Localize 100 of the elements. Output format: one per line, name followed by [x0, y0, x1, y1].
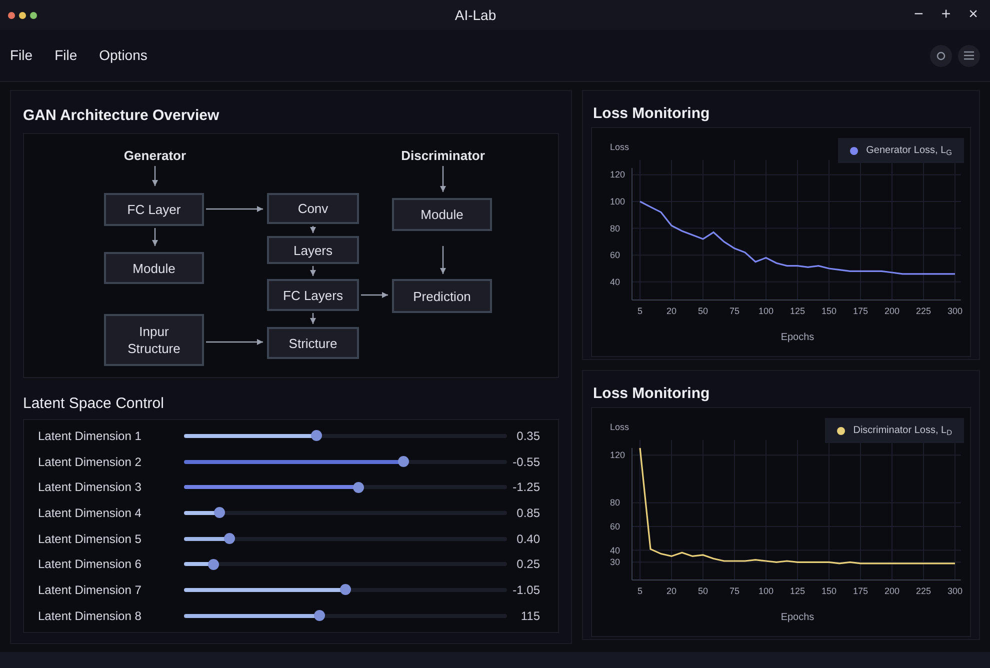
x-axis-label: Epochs	[780, 332, 814, 343]
diagram-heading: Discriminator	[401, 147, 485, 165]
diagram-node: Module	[392, 198, 492, 231]
arrow	[310, 226, 316, 233]
section-title: Latent Space Control	[23, 394, 165, 413]
slider-thumb[interactable]	[208, 558, 219, 570]
x-tick-label: 300	[947, 586, 963, 596]
arrow	[361, 292, 388, 298]
y-tick-label: 40	[610, 276, 620, 287]
slider-value: -1.05	[512, 582, 540, 599]
x-tick-label: 100	[758, 306, 774, 316]
window-title: AI-Lab	[454, 6, 496, 24]
diagram-heading: Generator	[124, 147, 186, 165]
slider-label: Latent Dimension 4	[38, 504, 142, 522]
x-tick-label: 200	[884, 306, 900, 316]
x-tick-label: 225	[916, 586, 932, 596]
arrow	[310, 313, 316, 324]
y-tick-label: 40	[610, 545, 620, 556]
slider-label: Latent Dimension 6	[38, 556, 142, 574]
slider-track[interactable]	[184, 434, 507, 438]
arrow	[310, 266, 316, 276]
y-tick-label: 30	[610, 557, 620, 568]
menu-item[interactable]: Options	[99, 45, 148, 66]
diagram-node: Layers	[267, 236, 359, 264]
x-axis-label: Epochs	[780, 612, 814, 623]
x-tick-label: 75	[730, 306, 740, 316]
slider-label: Latent Dimension 7	[38, 582, 142, 599]
slider-thumb[interactable]	[352, 482, 364, 493]
slider-track[interactable]	[184, 510, 507, 515]
x-tick-label: 300	[947, 306, 963, 316]
menu-button[interactable]	[958, 44, 980, 66]
slider-thumb[interactable]	[340, 584, 351, 596]
x-tick-label: 50	[698, 586, 708, 596]
slider-label: Latent Dimension 2	[38, 454, 142, 471]
x-tick-label: 50	[698, 306, 708, 316]
x-tick-label: 5	[638, 306, 642, 316]
y-tick-label: 60	[610, 521, 620, 532]
menu-item[interactable]: File	[54, 45, 78, 66]
diagram-node: Conv	[267, 193, 359, 224]
diagram-node: FC Layer	[104, 193, 204, 226]
x-tick-label: 125	[790, 586, 806, 596]
legend-label: Discriminator Loss, L$_{D}$	[853, 424, 952, 438]
x-tick-label: 125	[790, 306, 806, 316]
slider-value: 0.85	[516, 504, 540, 522]
slider-label: Latent Dimension 5	[38, 530, 142, 548]
slider-label: Latent Dimension 1	[38, 428, 142, 445]
arrow	[152, 228, 158, 246]
y-tick-label: 80	[610, 223, 620, 234]
x-tick-label: 150	[821, 586, 837, 596]
slider-value: 0.40	[516, 530, 540, 548]
slider-thumb[interactable]	[214, 507, 226, 518]
y-tick-label: 120	[610, 170, 626, 180]
window-control[interactable]: +	[941, 7, 951, 23]
y-tick-label: 60	[610, 250, 620, 260]
menu-item[interactable]: File	[10, 45, 33, 66]
slider-thumb[interactable]	[224, 533, 235, 544]
x-tick-label: 225	[916, 306, 932, 316]
x-tick-label: 5	[638, 586, 642, 596]
legend-label: Generator Loss, L$_{G}$	[866, 144, 952, 158]
section-title: Loss Monitoring	[593, 384, 711, 404]
slider-value: 115	[520, 608, 540, 625]
settings-button[interactable]	[930, 44, 952, 66]
section-title: GAN Architecture Overview	[23, 106, 220, 126]
arrow	[206, 339, 263, 345]
x-tick-label: 175	[852, 586, 868, 596]
section-title: Loss Monitoring	[593, 104, 711, 124]
x-tick-label: 150	[821, 306, 837, 316]
slider-thumb[interactable]	[310, 430, 322, 442]
slider-track[interactable]	[184, 588, 507, 592]
x-tick-label: 200	[884, 586, 900, 596]
slider-value: 0.25	[516, 556, 540, 574]
slider-value: -0.55	[512, 454, 540, 471]
arrow	[152, 166, 158, 186]
slider-value: -1.25	[512, 479, 540, 496]
x-tick-label: 100	[758, 586, 774, 596]
x-tick-label: 20	[666, 586, 676, 596]
y-axis-label: Loss	[610, 422, 630, 432]
x-tick-label: 175	[852, 306, 868, 316]
y-axis-label: Loss	[610, 142, 630, 152]
y-tick-label: 100	[610, 196, 626, 206]
arrow	[206, 206, 263, 212]
circle-icon	[936, 50, 946, 60]
arrow	[440, 166, 446, 192]
window-control[interactable]: −	[914, 7, 924, 23]
y-tick-label: 120	[610, 450, 626, 460]
diagram-node: Stricture	[267, 327, 359, 359]
slider-value: 0.35	[516, 428, 540, 445]
menu-icon	[964, 51, 974, 60]
window-control[interactable]: ×	[968, 7, 978, 23]
slider-thumb[interactable]	[398, 456, 410, 468]
x-tick-label: 20	[666, 306, 676, 316]
y-tick-label: 80	[610, 498, 620, 508]
slider-thumb[interactable]	[314, 610, 326, 622]
slider-track[interactable]	[184, 485, 507, 490]
arrow	[440, 246, 446, 274]
x-tick-label: 75	[730, 586, 740, 596]
diagram-node: Inpur Structure	[104, 314, 204, 366]
diagram-node: Module	[104, 252, 204, 284]
slider-label: Latent Dimension 8	[38, 608, 142, 625]
slider-label: Latent Dimension 3	[38, 479, 142, 496]
